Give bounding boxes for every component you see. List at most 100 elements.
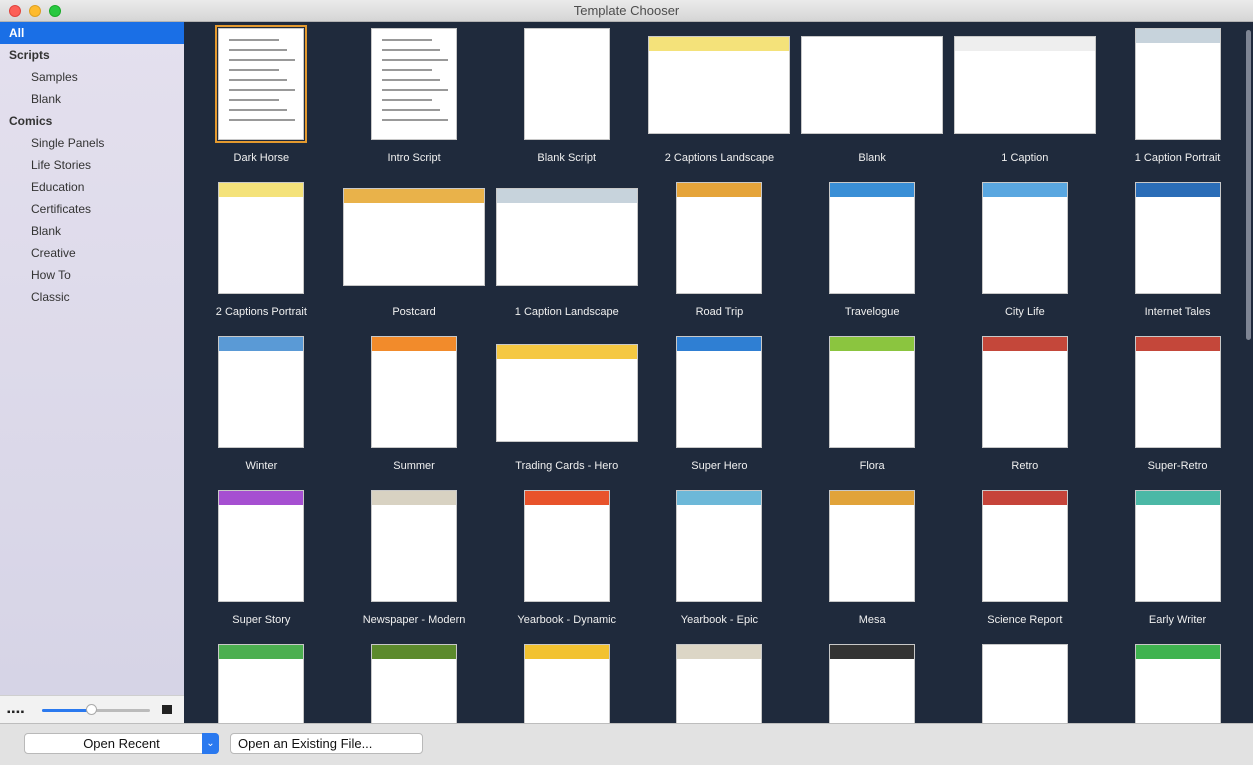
- template-label: Super-Retro: [1147, 460, 1208, 472]
- sidebar-item-how-to[interactable]: How To: [0, 264, 184, 286]
- large-thumbnails-icon[interactable]: [162, 705, 172, 714]
- thumbnail-accent: [219, 337, 304, 351]
- thumbnail-accent: [677, 183, 762, 197]
- thumbnail-accent: [219, 491, 304, 505]
- template-thumbnail[interactable]: [1134, 490, 1221, 602]
- template-label: 1 Caption Landscape: [514, 306, 619, 318]
- sidebar-item-comics[interactable]: Comics: [0, 110, 184, 132]
- template-thumbnail[interactable]: [981, 644, 1068, 723]
- sidebar-item-blank[interactable]: Blank: [0, 88, 184, 110]
- sidebar-item-scripts[interactable]: Scripts: [0, 44, 184, 66]
- template-thumbnail[interactable]: [829, 182, 916, 294]
- thumbnail-accent: [677, 337, 762, 351]
- thumbnail-accent: [344, 189, 485, 203]
- template-label: 1 Caption: [1001, 152, 1049, 164]
- template-thumbnail[interactable]: [495, 188, 638, 286]
- template-thumbnail[interactable]: [981, 182, 1068, 294]
- sidebar-item-all[interactable]: All: [0, 22, 184, 44]
- thumbnail-accent: [219, 183, 304, 197]
- template-thumbnail[interactable]: [676, 336, 763, 448]
- template-thumbnail[interactable]: [829, 490, 916, 602]
- template-thumbnail[interactable]: [218, 336, 305, 448]
- template-thumbnail[interactable]: [218, 182, 305, 294]
- template-label: Yearbook - Dynamic: [517, 614, 617, 626]
- sidebar-item-certificates[interactable]: Certificates: [0, 198, 184, 220]
- template-thumbnail[interactable]: [1134, 336, 1221, 448]
- template-thumbnail[interactable]: [801, 36, 944, 134]
- template-thumbnail[interactable]: [218, 644, 305, 723]
- template-thumbnail[interactable]: [981, 336, 1068, 448]
- sidebar-item-life-stories[interactable]: Life Stories: [0, 154, 184, 176]
- template-thumbnail[interactable]: [676, 182, 763, 294]
- template-thumbnail[interactable]: [371, 336, 458, 448]
- template-thumbnail[interactable]: [495, 344, 638, 442]
- template-thumbnail[interactable]: [1134, 182, 1221, 294]
- text-line: [229, 89, 296, 91]
- thumbnail-accent: [1135, 491, 1220, 505]
- slider-knob[interactable]: [85, 704, 97, 715]
- thumbnail-accent: [982, 183, 1067, 197]
- thumbnail-accent: [1135, 645, 1220, 659]
- thumbnail-accent: [677, 491, 762, 505]
- template-label: Road Trip: [695, 306, 744, 318]
- template-label: Summer: [393, 460, 435, 472]
- grid-scrollbar[interactable]: [1244, 22, 1253, 723]
- text-line: [382, 119, 449, 121]
- chevron-down-icon: ⌄: [202, 733, 219, 754]
- open-existing-file-button[interactable]: Open an Existing File...: [230, 733, 423, 754]
- open-recent-popup[interactable]: Open Recent ⌄: [24, 733, 219, 754]
- sidebar-item-education[interactable]: Education: [0, 176, 184, 198]
- text-line: [229, 39, 280, 41]
- sidebar-item-classic[interactable]: Classic: [0, 286, 184, 308]
- sidebar-item-creative[interactable]: Creative: [0, 242, 184, 264]
- template-thumbnail[interactable]: [523, 490, 610, 602]
- template-thumbnail[interactable]: [829, 336, 916, 448]
- template-label: Postcard: [392, 306, 436, 318]
- thumbnail-accent: [982, 491, 1067, 505]
- template-thumbnail[interactable]: [343, 188, 486, 286]
- bottom-toolbar: Open Recent ⌄ Open an Existing File...: [0, 723, 1253, 765]
- template-thumbnail[interactable]: [648, 36, 791, 134]
- template-thumbnail[interactable]: [523, 28, 610, 140]
- template-thumbnail[interactable]: [829, 644, 916, 723]
- template-label: Newspaper - Modern: [362, 614, 466, 626]
- template-thumbnail[interactable]: [218, 490, 305, 602]
- template-thumbnail[interactable]: [1134, 28, 1221, 140]
- thumbnail-accent: [372, 645, 457, 659]
- thumbnail-accent: [1135, 29, 1220, 43]
- text-line: [229, 69, 280, 71]
- open-recent-label: Open Recent: [83, 736, 160, 751]
- small-thumbnails-icon[interactable]: ▪▪▪▪: [7, 707, 25, 718]
- thumbnail-accent: [496, 189, 637, 203]
- thumbnail-accent: [954, 37, 1095, 51]
- scroll-thumb[interactable]: [1246, 30, 1251, 340]
- thumbnail-accent: [524, 491, 609, 505]
- thumbnail-accent: [524, 645, 609, 659]
- template-label: City Life: [1004, 306, 1045, 318]
- template-label: Mesa: [858, 614, 886, 626]
- template-thumbnail[interactable]: [371, 644, 458, 723]
- thumbnail-accent: [982, 337, 1067, 351]
- sidebar-item-samples[interactable]: Samples: [0, 66, 184, 88]
- template-thumbnail[interactable]: [215, 25, 308, 143]
- template-thumbnail[interactable]: [981, 490, 1068, 602]
- template-thumbnail[interactable]: [676, 644, 763, 723]
- template-thumbnail[interactable]: [371, 28, 458, 140]
- sidebar-item-single-panels[interactable]: Single Panels: [0, 132, 184, 154]
- template-thumbnail[interactable]: [676, 490, 763, 602]
- open-existing-label: Open an Existing File...: [238, 736, 373, 751]
- template-thumbnail[interactable]: [1134, 644, 1221, 723]
- thumbnail-accent: [830, 645, 915, 659]
- template-thumbnail[interactable]: [523, 644, 610, 723]
- thumbnail-accent: [1135, 183, 1220, 197]
- template-grid: Dark Horse Intro Script Blank Script 2 Capt…: [184, 22, 1253, 723]
- template-thumbnail[interactable]: [953, 36, 1096, 134]
- template-label: 2 Captions Portrait: [215, 306, 307, 318]
- sidebar-item-blank[interactable]: Blank: [0, 220, 184, 242]
- template-label: Trading Cards - Hero: [515, 460, 619, 472]
- thumbnail-accent: [830, 337, 915, 351]
- thumbnail-accent: [219, 645, 304, 659]
- template-label: Super Story: [232, 614, 291, 626]
- template-thumbnail[interactable]: [371, 490, 458, 602]
- category-sidebar: All Scripts Samples Blank Comics Single Panel…: [0, 22, 184, 695]
